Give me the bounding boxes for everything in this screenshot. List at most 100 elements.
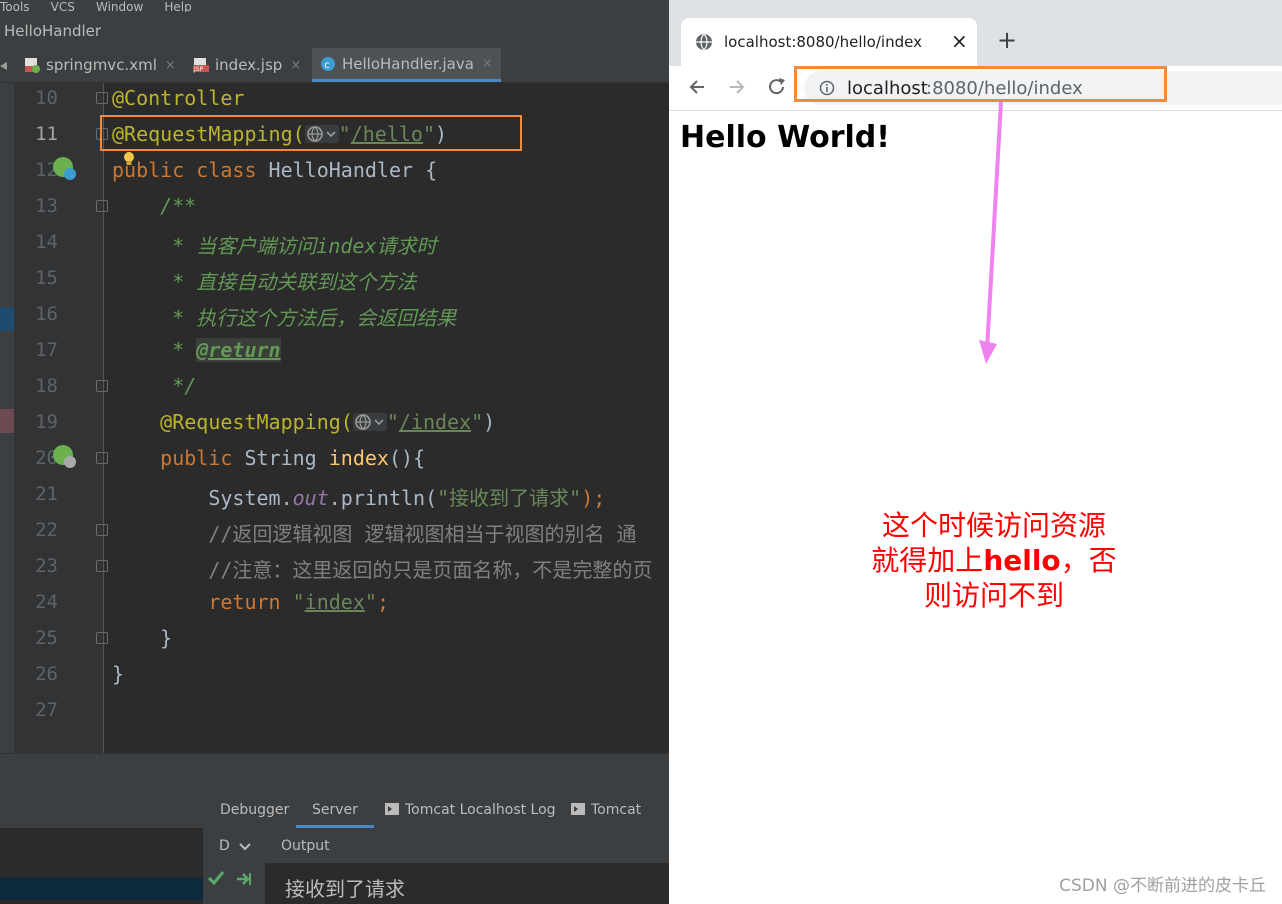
close-icon[interactable]: × (951, 29, 968, 53)
ide-menu-bar: Tools VCS Window Help (0, 0, 669, 12)
svg-text:c: c (324, 60, 330, 71)
globe-icon[interactable] (352, 413, 387, 431)
tab-springmvc-xml[interactable]: springmvc.xml × (24, 48, 176, 82)
reload-icon[interactable] (766, 76, 788, 98)
line-number-gutter: 10 11 12 13 14 15 16 17 18 19 20 21 22 2… (14, 83, 108, 753)
chevron-down-icon[interactable] (239, 843, 251, 851)
line-number: 18 (35, 375, 58, 397)
code-line: * @return (112, 338, 281, 362)
ide-status-strip (0, 753, 669, 794)
tab-label: HelloHandler.java (342, 54, 474, 73)
left-tool-strip (0, 83, 14, 753)
spring-bean-gutter-icon[interactable] (52, 156, 78, 186)
tab-tomcat-catalina-log[interactable]: Tomcat Cata (571, 793, 669, 853)
line-number: 15 (35, 267, 58, 289)
code-editor[interactable]: @Controller @RequestMapping("/hello") pu… (104, 83, 669, 753)
browser-tab[interactable]: localhost:8080/hello/index × (681, 18, 977, 66)
code-line: */ (112, 374, 197, 398)
lightbulb-icon[interactable] (122, 151, 136, 167)
line-number: 27 (35, 699, 58, 721)
code-line: //返回逻辑视图 逻辑视图相当于视图的别名 通 (112, 522, 637, 546)
code-line: //注意：这里返回的只是页面名称，不是完整的页 (112, 558, 653, 582)
output-line: 接收到了请求 (285, 877, 405, 901)
tab-tomcat-localhost-log[interactable]: Tomcat Localhost Log (385, 793, 556, 828)
deployment-selector[interactable]: D (219, 838, 230, 854)
ide-title-bar: HelloHandler (0, 12, 669, 49)
code-line: } (112, 662, 125, 686)
console-icon (385, 803, 399, 815)
line-number: 17 (35, 339, 58, 361)
url-highlight-box (794, 66, 1167, 102)
browser-tab-strip: localhost:8080/hello/index × + (669, 10, 1282, 66)
deploy-arrow-icon[interactable] (235, 870, 253, 888)
selected-tree-row[interactable] (0, 878, 203, 900)
close-icon[interactable]: × (165, 58, 176, 73)
line-number: 19 (35, 411, 58, 433)
note-line: 就得加上hello，否 (871, 544, 1117, 577)
new-tab-button[interactable]: + (997, 26, 1017, 54)
back-arrow-icon[interactable] (687, 77, 707, 97)
annotation-arrow (979, 101, 1003, 364)
output-header-label: Output (281, 838, 330, 854)
globe-icon (696, 33, 712, 51)
java-class-icon: c (320, 56, 336, 72)
menu-help[interactable]: Help (164, 1, 191, 12)
ide-window: Tools VCS Window Help HelloHandler sprin… (0, 0, 669, 904)
svg-text:JSP: JSP (193, 66, 204, 73)
note-line: 这个时候访问资源 (881, 509, 1106, 542)
page-heading: Hello World! (680, 120, 890, 155)
spring-mapping-gutter-icon[interactable] (52, 444, 78, 474)
code-line: return "index"; (112, 590, 389, 614)
code-line: } (112, 626, 173, 650)
tab-label: index.jsp (215, 56, 283, 74)
spring-xml-file-icon (24, 57, 40, 73)
output-header: Output (265, 828, 669, 863)
line-number: 25 (35, 627, 58, 649)
tab-debugger[interactable]: Debugger (220, 793, 289, 828)
code-line: System.out.println("接收到了请求"); (112, 486, 606, 510)
menu-window[interactable]: Window (96, 1, 143, 12)
line-number: 21 (35, 483, 58, 505)
note-line: 则访问不到 (923, 579, 1064, 612)
code-line: * 当客户端访问index请求时 (112, 234, 437, 258)
tab-hellohandler-java[interactable]: c HelloHandler.java × (312, 48, 501, 82)
watermark: CSDN @不断前进的皮卡丘 (1059, 876, 1266, 896)
services-tree[interactable] (0, 828, 203, 904)
browser-window: localhost:8080/hello/index × + localhost… (669, 0, 1282, 904)
line-number: 16 (35, 303, 58, 325)
line-number: 13 (35, 195, 58, 217)
check-icon (208, 871, 224, 885)
scroll-left-icon[interactable] (0, 62, 8, 70)
code-line: @Controller (112, 86, 245, 110)
code-line: * 直接自动关联到这个方法 (112, 270, 417, 294)
code-line: @RequestMapping("/index") (112, 410, 496, 434)
tab-server[interactable]: Server (296, 793, 374, 828)
code-line: public class HelloHandler { (112, 158, 438, 182)
forward-arrow-icon[interactable] (727, 77, 747, 97)
services-panel: Debugger Server Tomcat Localhost Log Tom… (0, 793, 669, 904)
menu-vcs[interactable]: VCS (51, 1, 75, 12)
browser-tab-title: localhost:8080/hello/index (724, 33, 922, 51)
services-tab-bar: Debugger Server Tomcat Localhost Log Tom… (203, 793, 669, 853)
project-breadcrumb[interactable]: HelloHandler (4, 22, 101, 40)
line-number: 22 (35, 519, 58, 541)
code-line: public String index(){ (112, 446, 426, 470)
request-mapping-highlight-box (100, 115, 522, 151)
line-number: 11 (35, 123, 58, 145)
browser-top-edge (669, 0, 1282, 10)
line-number: 10 (35, 87, 58, 109)
line-number: 14 (35, 231, 58, 253)
deployment-column: D (203, 828, 266, 904)
menu-tools[interactable]: Tools (0, 1, 30, 12)
tab-label: Tomcat Localhost Log (405, 802, 556, 818)
jsp-file-icon: JSP (193, 57, 209, 73)
tab-label: springmvc.xml (46, 56, 157, 74)
code-line: /** (112, 194, 197, 218)
code-line: * 执行这个方法后，会返回结果 (112, 306, 457, 330)
editor-tab-bar: springmvc.xml × JSP index.jsp × c HelloH… (0, 48, 669, 83)
tab-index-jsp[interactable]: JSP index.jsp × (193, 48, 301, 82)
close-icon[interactable]: × (482, 56, 493, 71)
console-icon (571, 803, 585, 815)
close-icon[interactable]: × (290, 58, 301, 73)
line-number: 24 (35, 591, 58, 613)
